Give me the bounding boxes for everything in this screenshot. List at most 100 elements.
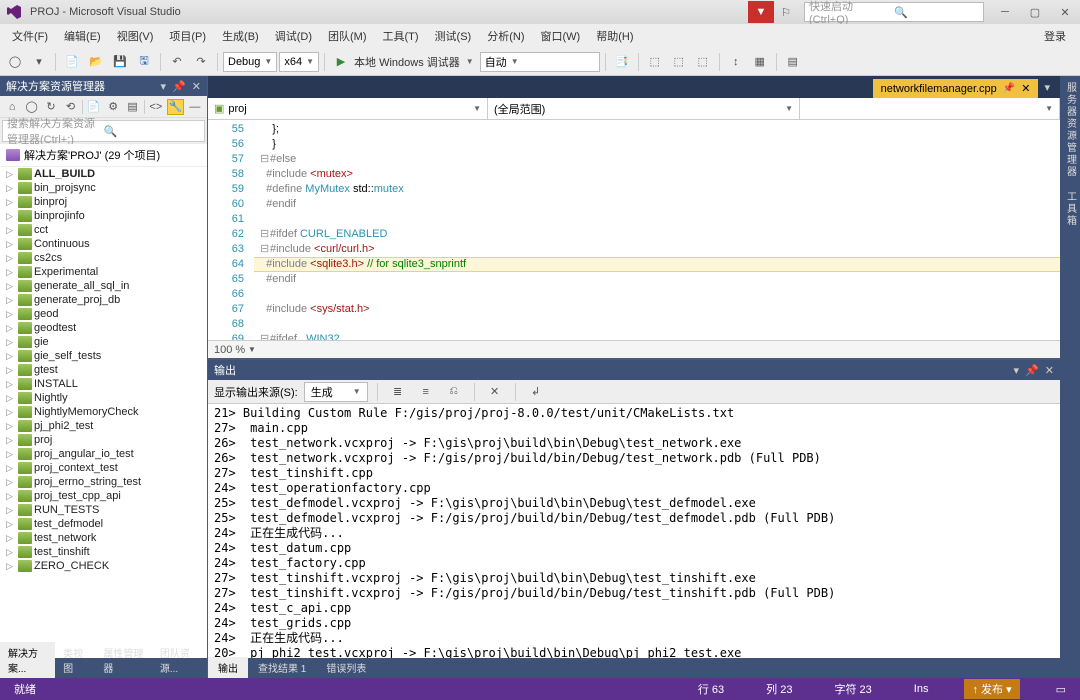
project-node[interactable]: ▷binprojinfo xyxy=(0,209,207,223)
collapse-icon[interactable]: ↻ xyxy=(43,100,59,113)
toolbar-icon[interactable]: ⬚ xyxy=(668,51,690,73)
redo-button[interactable]: ↷ xyxy=(190,51,212,73)
mode-combo[interactable]: 自动▼ xyxy=(480,52,600,72)
close-icon[interactable]: ✕ xyxy=(1045,364,1054,377)
expand-icon[interactable]: ▷ xyxy=(6,183,16,194)
sync-icon[interactable]: ⟲ xyxy=(62,100,78,113)
close-icon[interactable]: ✕ xyxy=(1021,82,1030,95)
tab-networkfilemanager[interactable]: networkfilemanager.cpp 📌 ✕ xyxy=(873,79,1039,98)
pin-icon[interactable]: 📌 xyxy=(1003,83,1015,94)
expand-icon[interactable]: ▷ xyxy=(6,435,16,446)
output-tab[interactable]: 输出 xyxy=(208,657,248,678)
scope-project-combo[interactable]: ▣ proj▼ xyxy=(208,98,488,119)
toolbar-icon[interactable]: ▦ xyxy=(749,51,771,73)
save-all-button[interactable]: 🖫 xyxy=(133,51,155,73)
right-sidebar[interactable]: 服务器资源管理器 工具箱 xyxy=(1060,76,1080,678)
project-node[interactable]: ▷bin_projsync xyxy=(0,181,207,195)
menu-item[interactable]: 编辑(E) xyxy=(56,25,109,47)
project-tree[interactable]: ▷ALL_BUILD▷bin_projsync▷binproj▷binproji… xyxy=(0,167,207,658)
quick-launch-input[interactable]: 快速启动 (Ctrl+Q)🔍 xyxy=(804,2,984,22)
menu-item[interactable]: 项目(P) xyxy=(161,25,214,47)
project-node[interactable]: ▷generate_proj_db xyxy=(0,293,207,307)
expand-icon[interactable]: ▷ xyxy=(6,309,16,320)
side-tab[interactable]: 团队资源... xyxy=(152,642,207,678)
back-icon[interactable]: ◯ xyxy=(23,100,39,113)
open-button[interactable]: 📂 xyxy=(85,51,107,73)
minus-icon[interactable]: — xyxy=(187,101,203,113)
expand-icon[interactable]: ▷ xyxy=(6,477,16,488)
side-tab[interactable]: 解决方案... xyxy=(0,642,55,678)
project-node[interactable]: ▷RUN_TESTS xyxy=(0,503,207,517)
dropdown-icon[interactable]: ▾ xyxy=(161,80,167,93)
expand-icon[interactable]: ▷ xyxy=(6,547,16,558)
expand-icon[interactable]: ▷ xyxy=(6,253,16,264)
expand-icon[interactable]: ▷ xyxy=(6,449,16,460)
menu-item[interactable]: 窗口(W) xyxy=(533,25,589,47)
project-node[interactable]: ▷Nightly xyxy=(0,391,207,405)
close-button[interactable]: ✕ xyxy=(1050,1,1080,23)
menu-item[interactable]: 分析(N) xyxy=(479,25,532,47)
menu-item[interactable]: 工具(T) xyxy=(375,25,427,47)
new-button[interactable]: 📄 xyxy=(61,51,83,73)
menu-item[interactable]: 文件(F) xyxy=(4,25,56,47)
scope-member-combo[interactable]: ▼ xyxy=(800,98,1060,119)
project-node[interactable]: ▷ZERO_CHECK xyxy=(0,559,207,573)
scope-global-combo[interactable]: (全局范围)▼ xyxy=(488,98,800,119)
toolbar-icon[interactable]: ⬚ xyxy=(692,51,714,73)
side-tab[interactable]: 属性管理器 xyxy=(95,642,151,678)
pin-icon[interactable]: 📌 xyxy=(1025,364,1039,377)
menu-item[interactable]: 视图(V) xyxy=(109,25,162,47)
debugger-label[interactable]: 本地 Windows 调试器 xyxy=(354,54,460,70)
tab-menu-icon[interactable]: ▾ xyxy=(1038,77,1056,98)
expand-icon[interactable]: ▷ xyxy=(6,267,16,278)
menu-item[interactable]: 团队(M) xyxy=(320,25,375,47)
project-node[interactable]: ▷pj_phi2_test xyxy=(0,419,207,433)
expand-icon[interactable]: ▷ xyxy=(6,463,16,474)
output-icon[interactable]: ≣ xyxy=(387,381,409,403)
feedback-icon[interactable]: ⚐ xyxy=(774,1,798,23)
properties-icon[interactable]: ⚙ xyxy=(105,100,121,113)
dropdown-icon[interactable]: ▾ xyxy=(1014,364,1020,377)
expand-icon[interactable]: ▷ xyxy=(6,393,16,404)
code-icon[interactable]: <> xyxy=(148,101,164,113)
show-all-icon[interactable]: 📄 xyxy=(86,100,102,113)
project-node[interactable]: ▷gie xyxy=(0,335,207,349)
expand-icon[interactable]: ▷ xyxy=(6,379,16,390)
project-node[interactable]: ▷proj_test_cpp_api xyxy=(0,489,207,503)
toolbar-icon[interactable]: ⬚ xyxy=(644,51,666,73)
project-node[interactable]: ▷gie_self_tests xyxy=(0,349,207,363)
config-combo[interactable]: Debug▼ xyxy=(223,52,277,72)
expand-icon[interactable]: ▷ xyxy=(6,169,16,180)
expand-icon[interactable]: ▷ xyxy=(6,365,16,376)
project-node[interactable]: ▷proj_context_test xyxy=(0,461,207,475)
project-node[interactable]: ▷cct xyxy=(0,223,207,237)
expand-icon[interactable]: ▷ xyxy=(6,421,16,432)
menu-item[interactable]: 调试(D) xyxy=(267,25,320,47)
project-node[interactable]: ▷test_tinshift xyxy=(0,545,207,559)
expand-icon[interactable]: ▷ xyxy=(6,225,16,236)
expand-icon[interactable]: ▷ xyxy=(6,239,16,250)
toolbar-icon[interactable]: ↕ xyxy=(725,51,747,73)
project-node[interactable]: ▷proj_errno_string_test xyxy=(0,475,207,489)
solution-node[interactable]: 解决方案'PROJ' (29 个项目) xyxy=(0,144,207,167)
expand-icon[interactable]: ▷ xyxy=(6,519,16,530)
nav-back-button[interactable]: ◯ xyxy=(4,51,26,73)
menu-item[interactable]: 帮助(H) xyxy=(588,25,641,47)
project-node[interactable]: ▷Experimental xyxy=(0,265,207,279)
project-node[interactable]: ▷ALL_BUILD xyxy=(0,167,207,181)
project-node[interactable]: ▷gtest xyxy=(0,363,207,377)
word-wrap-icon[interactable]: ↲ xyxy=(525,381,547,403)
expand-icon[interactable]: ▷ xyxy=(6,351,16,362)
toolbar-icon[interactable]: 📑 xyxy=(611,51,633,73)
expand-icon[interactable]: ▷ xyxy=(6,505,16,516)
project-node[interactable]: ▷cs2cs xyxy=(0,251,207,265)
zoom-indicator[interactable]: 100 % ▼ xyxy=(208,340,1060,358)
maximize-button[interactable]: ▢ xyxy=(1020,1,1050,23)
expand-icon[interactable]: ▷ xyxy=(6,533,16,544)
project-node[interactable]: ▷proj xyxy=(0,433,207,447)
expand-icon[interactable]: ▷ xyxy=(6,561,16,572)
home-icon[interactable]: ⌂ xyxy=(4,101,20,113)
project-node[interactable]: ▷proj_angular_io_test xyxy=(0,447,207,461)
expand-icon[interactable]: ▷ xyxy=(6,337,16,348)
minimize-button[interactable]: ─ xyxy=(990,1,1020,23)
